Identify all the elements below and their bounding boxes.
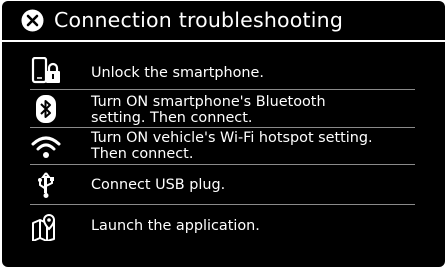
list-item-wifi: Turn ON vehicle's Wi-Fi hotspot setting.… [30, 128, 415, 165]
list-item-text: Unlock the smartphone. [91, 65, 264, 81]
list-item-line: Turn ON vehicle's Wi-Fi hotspot setting. [91, 130, 373, 146]
list-item-line: Turn ON smartphone's Bluetooth [91, 94, 326, 110]
usb-icon [30, 171, 62, 199]
close-circle-icon [21, 9, 44, 32]
map-pin-icon [30, 213, 62, 241]
list-item-bluetooth: Turn ON smartphone's Bluetooth setting. … [30, 90, 415, 128]
bluetooth-icon [30, 95, 62, 123]
page-title: Connection troubleshooting [54, 8, 344, 32]
wifi-icon [30, 133, 62, 161]
list-item-text: Connect USB plug. [91, 177, 226, 193]
list-item-text: Launch the application. [91, 218, 260, 234]
list-item-usb: Connect USB plug. [30, 165, 415, 205]
list-item-text: Turn ON vehicle's Wi-Fi hotspot setting.… [91, 130, 415, 162]
troubleshooting-list: Unlock the smartphone. Turn ON smartphon… [30, 51, 415, 245]
troubleshooting-screen: Connection troubleshooting Unlock the sm… [2, 1, 445, 267]
header: Connection troubleshooting [2, 1, 445, 39]
header-divider [2, 40, 445, 42]
close-button[interactable] [21, 9, 44, 32]
list-item-unlock: Unlock the smartphone. [30, 51, 415, 90]
list-item-text: Turn ON smartphone's Bluetooth setting. … [91, 94, 415, 126]
list-item-application: Launch the application. [30, 205, 415, 245]
list-item-line: Then connect. [91, 146, 194, 162]
smartphone-lock-icon [30, 57, 62, 85]
list-item-line: setting. Then connect. [91, 110, 253, 126]
